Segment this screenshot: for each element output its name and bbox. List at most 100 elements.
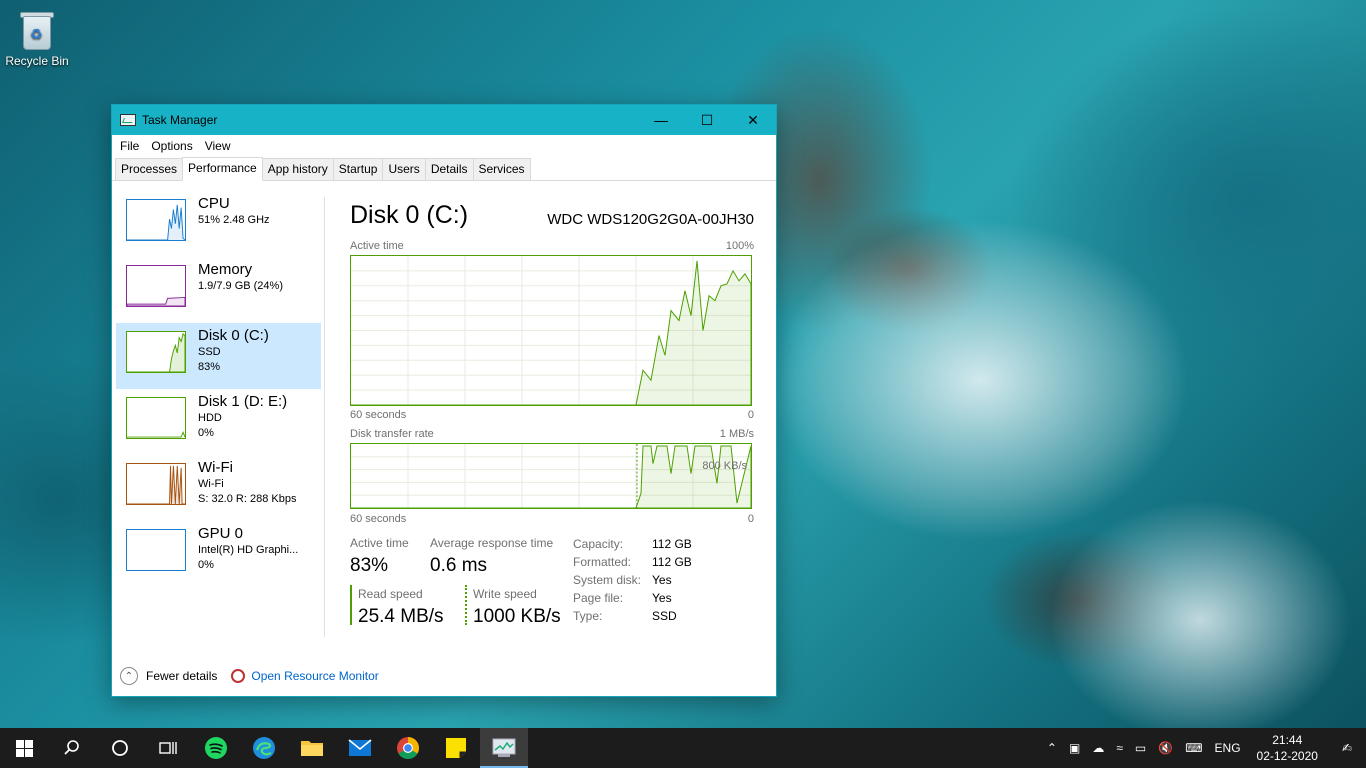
folder-icon (301, 741, 323, 756)
spotify-taskbar-button[interactable] (192, 728, 240, 768)
sticky-notes-taskbar-button[interactable] (432, 728, 480, 768)
tab-details[interactable]: Details (424, 158, 474, 180)
tab-users[interactable]: Users (382, 158, 426, 180)
capacity-value: 112 GB (652, 537, 692, 551)
mail-taskbar-button[interactable] (336, 728, 384, 768)
title-bar[interactable]: Task Manager — ☐ ✕ (112, 105, 776, 135)
sidebar-item-wifi[interactable]: Wi-Fi Wi-Fi S: 32.0 R: 288 Kbps (116, 455, 321, 521)
task-manager-icon (492, 738, 516, 757)
search-button[interactable] (48, 728, 96, 768)
system-disk-value: Yes (652, 573, 672, 587)
disk1-type: HDD (198, 412, 222, 424)
chrome-taskbar-button[interactable] (384, 728, 432, 768)
tab-app-history[interactable]: App history (261, 158, 334, 180)
cpu-usage: 51% 2.48 GHz (198, 214, 270, 226)
detail-title: Disk 0 (C:) (350, 201, 469, 229)
clock-time: 21:44 (1272, 733, 1303, 747)
sticky-notes-icon (446, 738, 466, 758)
memory-thumbnail-graph (126, 265, 186, 307)
maximize-button[interactable]: ☐ (684, 105, 730, 135)
disk0-thumbnail-graph (126, 331, 186, 373)
battery-icon[interactable]: ▭ (1129, 741, 1152, 755)
notification-center-icon[interactable]: ✍ (1328, 741, 1366, 755)
sidebar-item-memory[interactable]: Memory 1.9/7.9 GB (24%) (116, 257, 321, 323)
clock[interactable]: 21:44 02-12-2020 (1247, 732, 1328, 764)
task-manager-taskbar-button[interactable] (480, 728, 528, 768)
read-speed-label: Read speed (358, 587, 423, 601)
menu-bar: File Options View (112, 135, 776, 157)
tab-processes[interactable]: Processes (115, 158, 184, 180)
formatted-value: 112 GB (652, 555, 692, 569)
write-speed-label: Write speed (473, 587, 537, 601)
memory-name: Memory (198, 261, 253, 278)
wifi-adapter: Wi-Fi (198, 478, 224, 490)
start-button[interactable] (0, 728, 48, 768)
active-time-graph-xmin: 0 (747, 409, 754, 421)
gpu-name: GPU 0 (198, 525, 244, 542)
menu-view[interactable]: View (199, 139, 237, 153)
disk1-usage: 0% (198, 427, 214, 439)
onedrive-cloud-icon[interactable]: ☁ (1086, 741, 1110, 755)
read-speed-value: 25.4 MB/s (358, 606, 444, 627)
page-file-label: Page file: (573, 591, 624, 605)
menu-file[interactable]: File (114, 139, 145, 153)
recycle-bin-icon: ♻ (17, 8, 57, 52)
transfer-rate-graph-max: 1 MB/s (719, 428, 754, 440)
task-view-button[interactable] (144, 728, 192, 768)
disk0-usage: 83% (198, 361, 221, 373)
transfer-rate-graph-xmin: 0 (747, 513, 754, 525)
transfer-rate-graph: 800 KB/s (350, 443, 752, 509)
window-title: Task Manager (142, 113, 218, 127)
cortana-icon (112, 740, 128, 756)
avg-response-label: Average response time (430, 536, 554, 550)
sidebar-divider (324, 197, 325, 637)
transfer-rate-graph-mid: 800 KB/s (702, 460, 747, 472)
menu-options[interactable]: Options (145, 139, 198, 153)
active-time-graph-xlabel: 60 seconds (350, 409, 407, 421)
task-manager-window: Task Manager — ☐ ✕ File Options View Pro… (111, 104, 777, 697)
meet-now-icon[interactable]: ▣ (1063, 741, 1086, 755)
input-language[interactable]: ENG (1209, 741, 1247, 755)
open-resource-monitor-link[interactable]: Open Resource Monitor (251, 669, 378, 683)
wifi-icon[interactable]: ≈ (1110, 741, 1129, 755)
chevron-up-icon[interactable]: ⌃ (1041, 741, 1063, 755)
sidebar-item-gpu[interactable]: GPU 0 Intel(R) HD Graphi... 0% (116, 521, 321, 587)
sidebar-item-cpu[interactable]: CPU 51% 2.48 GHz (116, 191, 321, 257)
gpu-thumbnail-graph (126, 529, 186, 571)
speaker-muted-icon[interactable]: 🔇 (1152, 741, 1179, 755)
tab-startup[interactable]: Startup (332, 158, 384, 180)
disk1-thumbnail-graph (126, 397, 186, 439)
system-disk-label: System disk: (573, 573, 642, 587)
recycle-bin-desktop-icon[interactable]: ♻ Recycle Bin (4, 4, 70, 68)
taskbar: ⌃ ▣ ☁ ≈ ▭ 🔇 ⌨ ENG 21:44 02-12-2020 ✍ (0, 728, 1366, 768)
tab-performance[interactable]: Performance (182, 157, 263, 181)
system-tray: ⌃ ▣ ☁ ≈ ▭ 🔇 ⌨ ENG 21:44 02-12-2020 ✍ (1041, 728, 1366, 768)
cortana-button[interactable] (96, 728, 144, 768)
clock-date: 02-12-2020 (1256, 749, 1318, 763)
sidebar-item-disk-0[interactable]: Disk 0 (C:) SSD 83% (116, 323, 321, 389)
sidebar-item-disk-1[interactable]: Disk 1 (D: E:) HDD 0% (116, 389, 321, 455)
active-time-graph (350, 255, 752, 406)
wifi-thumbnail-graph (126, 463, 186, 505)
wifi-throughput: S: 32.0 R: 288 Kbps (198, 493, 297, 505)
chrome-icon (397, 737, 419, 759)
disk1-name: Disk 1 (D: E:) (198, 393, 288, 410)
disk-model: WDC WDS120G2G0A-00JH30 (547, 211, 754, 228)
cpu-name: CPU (198, 195, 230, 212)
mail-icon (348, 739, 372, 756)
edge-taskbar-button[interactable] (240, 728, 288, 768)
task-view-icon (159, 742, 177, 754)
formatted-label: Formatted: (573, 555, 632, 569)
tab-services[interactable]: Services (472, 158, 531, 180)
gpu-model: Intel(R) HD Graphi... (198, 544, 299, 556)
chevron-up-icon[interactable]: ⌃ (120, 667, 138, 685)
search-icon (64, 740, 79, 755)
keyboard-icon[interactable]: ⌨ (1179, 741, 1208, 755)
file-explorer-taskbar-button[interactable] (288, 728, 336, 768)
close-button[interactable]: ✕ (730, 105, 776, 135)
active-time-stat-value: 83% (350, 555, 389, 576)
type-label: Type: (573, 609, 603, 623)
fewer-details-link[interactable]: Fewer details (146, 669, 217, 683)
resource-list: CPU 51% 2.48 GHz Memory 1.9/7.9 GB (24%) (116, 191, 321, 587)
minimize-button[interactable]: — (638, 105, 684, 135)
